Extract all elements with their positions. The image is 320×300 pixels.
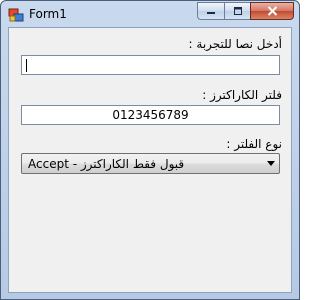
maximize-button[interactable] [224,2,250,20]
form-app-icon[interactable] [8,7,24,23]
title-bar[interactable]: Form1 [1,1,299,27]
input-label: أدخل نصا للتجربة : [188,37,282,51]
text-caret [26,59,27,72]
close-button[interactable] [250,2,294,20]
filter-type-label: نوع الفلتر : [226,137,282,151]
window-title: Form1 [29,7,67,21]
filter-chars-value: 0123456789 [112,108,189,122]
filter-label: فلتر الكاراكترز : [202,88,282,102]
test-text-input[interactable] [21,55,280,75]
filter-type-selected: قبول فقط الكاراكترز - Accept [28,157,185,171]
filter-chars-input[interactable]: 0123456789 [21,105,280,125]
form-client-area: أدخل نصا للتجربة : فلتر الكاراكترز : 012… [8,27,292,293]
filter-type-dropdown[interactable]: قبول فقط الكاراكترز - Accept [21,153,280,174]
minimize-icon [207,12,215,14]
close-icon [267,6,277,16]
maximize-icon [233,7,242,15]
chevron-down-icon[interactable] [267,161,275,166]
form1-window: Form1 أدخل نصا للتجربة : فلتر الكاراكترز… [0,0,300,300]
minimize-button[interactable] [197,2,224,20]
window-controls [197,2,294,20]
